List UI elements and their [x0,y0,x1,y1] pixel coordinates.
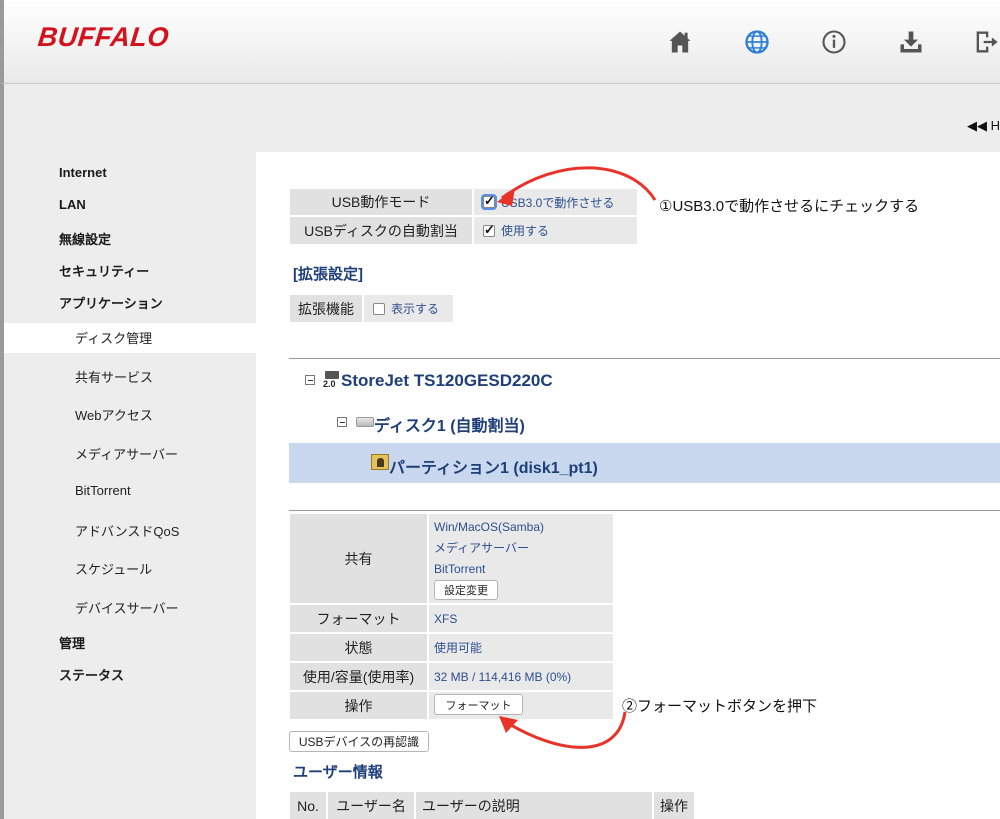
usage-value: 32 MB / 114,416 MB (0%) [429,663,613,690]
share-value-samba: Win/MacOS(Samba) [434,520,545,534]
status-label: 状態 [290,634,427,661]
disk-name[interactable]: ディスク1 (自動割当) [374,412,525,436]
sidebar-item-internet[interactable]: Internet [59,165,107,180]
sidebar-item-wireless[interactable]: 無線設定 [59,229,111,248]
extended-show-checkbox[interactable] [373,302,385,315]
home-icon[interactable] [664,26,696,58]
format-button[interactable]: フォーマット [434,694,523,715]
usb-mode-label: USB動作モード [290,189,472,215]
col-operation: 操作 [654,792,694,819]
annotation-step2: ②フォーマットボタンを押下 [622,698,818,715]
status-value: 使用可能 [429,634,613,661]
extended-show-text: 表示する [391,302,440,316]
usb-mode-value-cell: USB3.0で動作させる [474,189,637,215]
globe-icon[interactable] [741,26,773,58]
sidebar-item-share-service[interactable]: 共有サービス [75,367,153,386]
sidebar-item-bittorrent[interactable]: BitTorrent [75,483,131,498]
usb-auto-assign-value-cell: 使用する [474,217,637,244]
usb-auto-assign-label: USBディスクの自動割当 [290,217,472,244]
sidebar-item-application[interactable]: アプリケーション [59,293,163,312]
usb3-mode-text: USB3.0で動作させる [501,195,615,210]
divider-top [289,358,1000,359]
logout-icon[interactable] [970,26,1000,58]
share-value-media-server: メディアサーバー [434,541,530,555]
extended-feature-label: 拡張機能 [290,295,362,322]
change-settings-button[interactable]: 設定変更 [434,580,498,600]
device-name[interactable]: StoreJet TS120GESD220C [341,371,553,391]
sidebar-item-device-server[interactable]: デバイスサーバー [75,598,178,617]
usb-auto-assign-text: 使用する [501,224,550,238]
annotation-step1: ①USB3.0で動作させるにチェックする [659,198,920,215]
sidebar-item-security[interactable]: セキュリティー [59,261,149,280]
col-user-description: ユーザーの説明 [416,792,652,819]
collapse-device-icon[interactable] [305,375,315,385]
sidebar-item-admin[interactable]: 管理 [59,633,85,652]
share-label: 共有 [290,514,427,603]
divider-bottom [289,510,1000,511]
sidebar-item-media-server[interactable]: メディアサーバー [75,444,178,463]
format-type-value: XFS [429,605,613,632]
usage-label: 使用/容量(使用率) [290,663,427,690]
partition-name[interactable]: パーティション1 (disk1_pt1) [389,454,598,478]
sidebar-item-status[interactable]: ステータス [59,665,124,684]
sidebar-item-web-access[interactable]: Webアクセス [75,405,153,424]
back-home-link[interactable]: ◀◀ H [967,118,1000,134]
top-header: BUFFALO [0,0,1000,84]
sidebar-item-disk-management[interactable]: ディスク管理 [75,328,152,347]
disk-drive-icon [356,417,374,427]
sub-bar [4,84,1000,152]
sidebar-item-schedule[interactable]: スケジュール [75,559,152,578]
sidebar-item-advanced-qos[interactable]: アドバンスドQoS [75,521,179,540]
info-icon[interactable] [818,26,850,58]
user-info-title: ユーザー情報 [293,764,383,781]
operation-label: 操作 [290,692,427,719]
buffalo-logo: BUFFALO [36,22,171,52]
usb-device-icon: 2.0 [323,371,341,389]
usb-auto-assign-checkbox[interactable] [483,222,495,238]
format-type-label: フォーマット [290,605,427,632]
extended-feature-value-cell: 表示する [364,295,453,322]
download-icon[interactable] [895,26,927,58]
usb-version-badge: 2.0 [323,379,336,389]
recognize-usb-button[interactable]: USBデバイスの再認識 [289,731,429,752]
collapse-disk-icon[interactable] [337,417,347,427]
sidebar: Internet LAN 無線設定 セキュリティー アプリケーション ディスク管… [4,152,256,819]
col-no: No. [290,792,326,819]
usb3-mode-checkbox[interactable] [483,193,495,209]
extended-settings-title[interactable]: [拡張設定] [293,263,363,284]
partition-icon [371,454,389,470]
share-value-bittorrent: BitTorrent [434,562,486,576]
col-username: ユーザー名 [328,792,414,819]
sidebar-item-lan[interactable]: LAN [59,197,86,212]
